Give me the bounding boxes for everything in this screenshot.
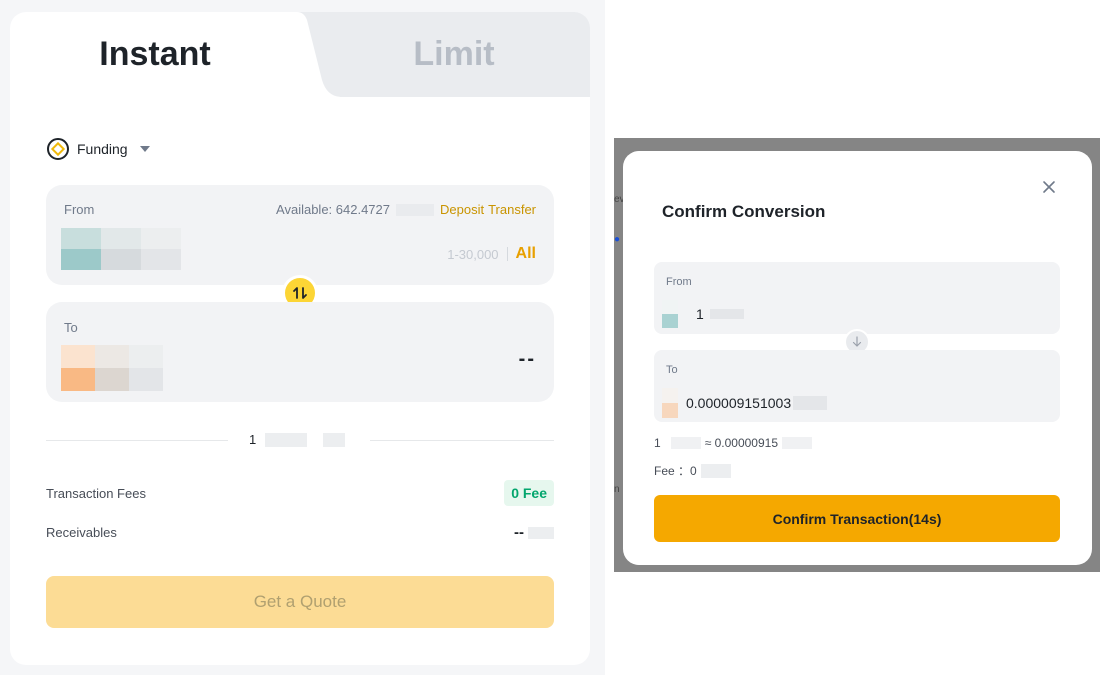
modal-rate: 1 ≈ 0.00000915: [654, 436, 813, 450]
from-box[interactable]: From Available: 642.4727 Deposit Transfe…: [46, 185, 554, 285]
converter-card: Instant Limit Funding From Available: 64…: [10, 12, 590, 665]
get-quote-button[interactable]: Get a Quote: [46, 576, 554, 628]
swap-arrows-icon: [293, 287, 307, 299]
funding-wallet-icon: [47, 138, 69, 160]
to-label: To: [64, 320, 78, 335]
tab-instant[interactable]: Instant: [10, 12, 300, 97]
to-amount: --: [518, 348, 536, 370]
modal-from-value: 1: [662, 300, 744, 328]
confirm-conversion-modal: Confirm Conversion From 1 To 0.000009151…: [623, 151, 1092, 565]
from-coin-selector[interactable]: [61, 228, 181, 270]
fee-badge: 0 Fee: [504, 480, 554, 506]
all-button[interactable]: All: [516, 245, 536, 263]
to-box[interactable]: To --: [46, 302, 554, 402]
caret-down-icon: [139, 146, 150, 152]
to-coin-icon: [662, 388, 678, 418]
transaction-fees-label: Transaction Fees: [46, 485, 146, 501]
receivables-value: --: [514, 524, 554, 541]
transaction-fees-row: Transaction Fees 0 Fee: [46, 480, 554, 506]
available-balance: Available: 642.4727 Deposit Transfer: [276, 202, 536, 217]
tab-bar: Instant Limit: [10, 12, 590, 97]
rate-text: 1: [249, 432, 346, 447]
wallet-label: Funding: [77, 141, 128, 157]
modal-to-box: To 0.000009151003: [654, 350, 1060, 422]
modal-title: Confirm Conversion: [662, 202, 826, 221]
hidden-asset-symbol: [396, 203, 434, 216]
amount-range: 1-30,000 All: [447, 245, 536, 263]
available-text: Available: 642.4727: [276, 202, 390, 217]
from-label: From: [64, 202, 95, 217]
to-coin-selector[interactable]: [61, 345, 163, 391]
rate-divider: 1: [46, 432, 554, 447]
modal-from-box: From 1: [654, 262, 1060, 334]
close-icon[interactable]: [1040, 178, 1058, 196]
receivables-row: Receivables --: [46, 524, 554, 541]
tab-limit[interactable]: Limit: [340, 12, 590, 97]
modal-fee: Fee ：0: [654, 462, 731, 479]
receivables-label: Receivables: [46, 525, 117, 540]
wallet-selector[interactable]: Funding: [47, 138, 150, 160]
transfer-link[interactable]: Transfer: [488, 202, 536, 217]
modal-to-value: 0.000009151003: [662, 388, 828, 418]
modal-to-label: To: [666, 364, 678, 376]
modal-from-label: From: [666, 276, 692, 288]
from-coin-icon: [662, 300, 678, 328]
confirm-transaction-button[interactable]: Confirm Transaction(14s): [654, 495, 1060, 542]
deposit-link[interactable]: Deposit: [440, 202, 484, 217]
range-text: 1-30,000: [447, 246, 499, 262]
